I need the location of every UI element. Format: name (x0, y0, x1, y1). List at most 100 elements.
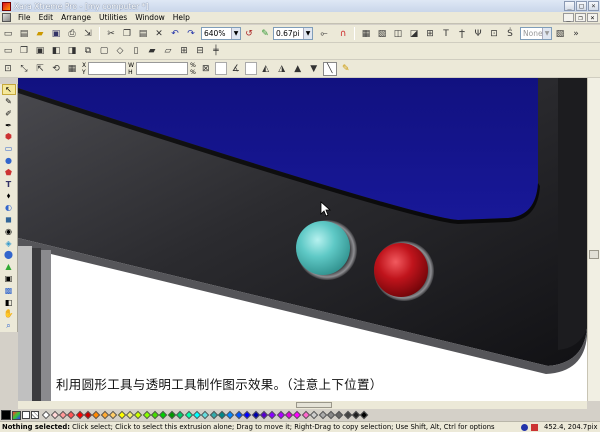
blend-tool-icon[interactable]: ◈ (2, 238, 16, 249)
bevel-icon[interactable]: Ṡ (503, 27, 517, 41)
zoom-combo[interactable]: 640% ▼ (201, 27, 241, 40)
shape-editor-tool-icon[interactable]: ✐ (2, 108, 16, 119)
align-icon[interactable]: ⊞ (423, 27, 437, 41)
break-icon[interactable]: ◨ (65, 44, 79, 58)
selection-bounds-icon[interactable]: ⊡ (1, 62, 15, 76)
menu-arrange[interactable]: Arrange (57, 13, 95, 22)
color-swatch[interactable] (117, 410, 126, 420)
color-swatch[interactable] (360, 410, 369, 420)
color-swatch[interactable] (251, 410, 260, 420)
color-swatch[interactable] (184, 410, 193, 420)
text-tool-icon[interactable]: T (2, 179, 16, 190)
fill-icon[interactable]: ▰ (145, 44, 159, 58)
vertical-scrollbar[interactable] (587, 78, 600, 401)
blend-icon[interactable]: Ψ (471, 27, 485, 41)
color-swatch[interactable] (268, 410, 277, 420)
freehand-tool-icon[interactable]: ✎ (2, 96, 16, 107)
import-icon[interactable]: ⇲ (81, 27, 95, 41)
zoom-previous-icon[interactable]: ↺ (242, 27, 256, 41)
flip-vertical-icon[interactable]: ◮ (275, 62, 289, 76)
scale-lock-icon[interactable]: ⊠ (199, 62, 213, 76)
angle-field[interactable] (244, 62, 257, 75)
document-icon[interactable] (2, 13, 11, 22)
ungroup-icon[interactable]: ▧ (375, 27, 389, 41)
menu-utilities[interactable]: Utilities (95, 13, 131, 22)
no-color-swatch[interactable] (31, 411, 39, 419)
toolbar-overflow-icon[interactable]: » (569, 27, 583, 41)
color-swatch[interactable] (209, 410, 218, 420)
color-swatch[interactable] (226, 410, 235, 420)
cut-icon[interactable]: ✂ (104, 27, 118, 41)
undo-icon[interactable]: ↶ (168, 27, 182, 41)
combine-icon[interactable]: ◧ (49, 44, 63, 58)
copy-icon[interactable]: ❐ (120, 27, 134, 41)
doc-restore-button[interactable]: ❐ (575, 13, 586, 22)
save-icon[interactable]: ▣ (49, 27, 63, 41)
extrude-tool-icon[interactable]: ▲ (2, 261, 16, 272)
bevel-tool-icon[interactable]: ◉ (2, 226, 16, 237)
color-picker-icon[interactable]: ✎ (339, 62, 353, 76)
scale-field[interactable] (214, 62, 227, 75)
selector-tool-icon[interactable]: ↖ (1, 84, 16, 96)
angle-icon[interactable]: ∡ (229, 62, 243, 76)
color-swatch[interactable] (242, 410, 252, 420)
page-icon[interactable]: ▭ (1, 44, 15, 58)
x-position-field[interactable] (88, 62, 127, 75)
mould-icon[interactable]: ⊡ (487, 27, 501, 41)
shadow-tool-icon[interactable]: ◼ (2, 214, 16, 225)
close-button[interactable]: × (588, 1, 599, 11)
guide-icon[interactable]: ╪ (209, 44, 223, 58)
doc-close-button[interactable]: × (587, 13, 598, 22)
line-width-combo[interactable]: 0.67pi ▼ (273, 27, 313, 40)
color-editor-icon[interactable] (12, 410, 21, 420)
rotate-handles-icon[interactable]: ⤡ (17, 62, 31, 76)
line-color-icon[interactable]: ✎ (258, 27, 272, 41)
open-folder-icon[interactable]: ▰ (33, 27, 47, 41)
quickshape-tool-icon[interactable]: ⬟ (2, 167, 16, 178)
color-swatch[interactable] (134, 410, 143, 420)
node-icon[interactable]: Ϯ (455, 27, 469, 41)
color-swatch[interactable] (335, 410, 344, 420)
maximize-button[interactable]: □ (576, 1, 587, 11)
mould-tool-icon[interactable]: ⬤ (2, 249, 16, 260)
color-swatch[interactable] (75, 410, 84, 420)
fill-tool-icon[interactable]: ⬧ (2, 190, 16, 201)
color-swatch[interactable] (108, 410, 118, 420)
current-color-swatch[interactable] (1, 410, 11, 420)
chevron-down-icon[interactable]: ▼ (542, 28, 551, 39)
horizontal-scroll-thumb[interactable] (296, 402, 332, 408)
horizontal-scrollbar[interactable] (18, 401, 587, 409)
live-effects-tool-icon[interactable]: ▩ (2, 285, 16, 296)
send-back-icon[interactable]: ◪ (407, 27, 421, 41)
photo-tool-icon[interactable]: ▣ (2, 273, 16, 284)
transform-icon[interactable]: ⇱ (33, 62, 47, 76)
color-swatch[interactable] (175, 410, 185, 420)
color-swatch[interactable] (293, 410, 302, 420)
new-template-icon[interactable]: ▤ (17, 27, 31, 41)
vertical-scroll-thumb[interactable] (589, 250, 599, 259)
send-to-back-icon[interactable]: ▼ (307, 62, 321, 76)
color-swatch[interactable] (92, 410, 101, 420)
arrowhead-icon[interactable]: ⟜ (314, 27, 334, 41)
color-swatch[interactable] (343, 410, 352, 420)
color-swatch[interactable] (142, 410, 151, 420)
color-swatch[interactable] (201, 410, 210, 420)
redo-icon[interactable]: ↷ (184, 27, 198, 41)
bring-forward-icon[interactable]: ◫ (391, 27, 405, 41)
lock-icon[interactable]: ▢ (97, 44, 111, 58)
render-quality-icon[interactable] (521, 423, 528, 431)
slanted-line-icon[interactable]: ╲ (322, 61, 337, 76)
text-align-icon[interactable]: T (439, 27, 453, 41)
paste-icon[interactable]: ▤ (136, 27, 150, 41)
slice-tool-icon[interactable]: ◧ (2, 296, 16, 307)
duplicate-icon[interactable]: ❐ (17, 44, 31, 58)
menu-edit[interactable]: Edit (35, 13, 58, 22)
color-picker-icon[interactable] (22, 411, 30, 419)
color-swatch[interactable] (309, 410, 319, 420)
grid-icon[interactable]: ⊟ (193, 44, 207, 58)
rectangle-tool-icon[interactable]: ▭ (2, 143, 16, 154)
pen-icon[interactable]: ▯ (129, 44, 143, 58)
style-options-icon[interactable]: ▧ (553, 27, 567, 41)
magnet-icon[interactable]: ∩ (336, 27, 350, 41)
transparency-tool-icon[interactable]: ◐ (2, 202, 16, 213)
